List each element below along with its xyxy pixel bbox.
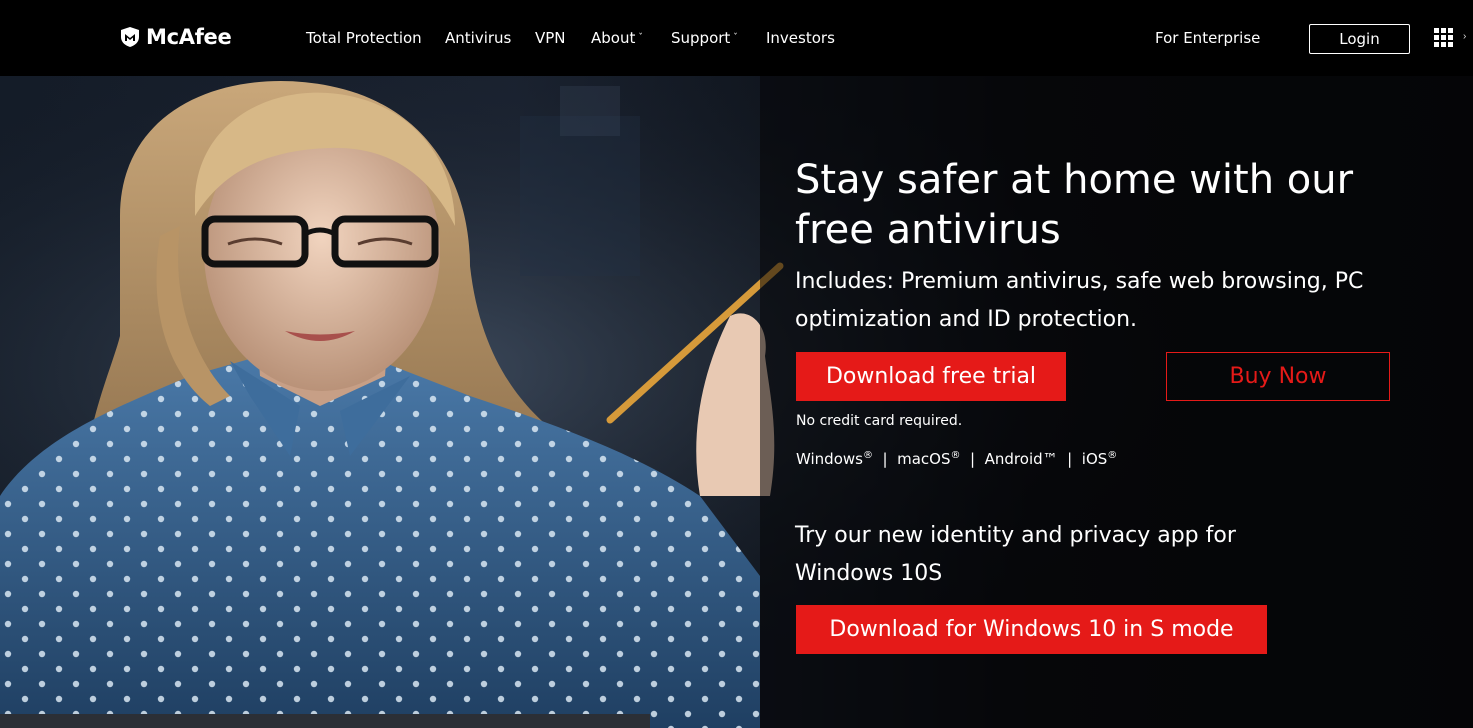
chevron-down-icon: ˇ: [733, 33, 738, 43]
nav-item-total-protection[interactable]: Total Protection: [306, 29, 422, 47]
platform-list: Windows® | macOS® | Android™ | iOS®: [796, 450, 1118, 468]
nav-label: VPN: [535, 29, 566, 47]
nav-label: Total Protection: [306, 29, 422, 47]
identity-app-promo: Try our new identity and privacy app for…: [795, 523, 1236, 586]
top-navigation-bar: McAfee Total Protection Antivirus VPN Ab…: [0, 0, 1473, 76]
chevron-right-icon: ›: [1463, 31, 1467, 42]
platform-ios: iOS: [1081, 450, 1108, 468]
platform-macos: macOS: [897, 450, 951, 468]
nav-label: Investors: [766, 29, 835, 47]
platform-windows: Windows: [796, 450, 863, 468]
nav-item-support[interactable]: Support ˇ: [671, 29, 738, 47]
download-free-trial-button[interactable]: Download free trial: [796, 352, 1066, 401]
hero-subhead: Includes: Premium antivirus, safe web br…: [795, 269, 1364, 332]
hero-headline: Stay safer at home with our free antivir…: [795, 157, 1354, 253]
nav-label: About: [591, 29, 636, 47]
login-button[interactable]: Login: [1309, 24, 1410, 54]
mcafee-logo[interactable]: McAfee: [119, 24, 232, 50]
platform-android: Android™: [984, 450, 1058, 468]
for-enterprise-link[interactable]: For Enterprise: [1155, 29, 1260, 47]
brand-name: McAfee: [146, 25, 232, 49]
buy-now-button[interactable]: Buy Now: [1166, 352, 1390, 401]
nav-item-investors[interactable]: Investors: [766, 29, 835, 47]
chevron-down-icon: ˇ: [638, 33, 643, 43]
nav-item-vpn[interactable]: VPN: [535, 29, 566, 47]
nav-item-antivirus[interactable]: Antivirus: [445, 29, 511, 47]
shield-m-icon: [121, 27, 139, 47]
download-windows-s-mode-button[interactable]: Download for Windows 10 in S mode: [796, 605, 1267, 654]
nav-label: Support: [671, 29, 731, 47]
grid-icon[interactable]: [1434, 28, 1454, 48]
nav-item-about[interactable]: About ˇ: [591, 29, 643, 47]
no-credit-card-note: No credit card required.: [796, 413, 963, 429]
nav-label: Antivirus: [445, 29, 512, 47]
